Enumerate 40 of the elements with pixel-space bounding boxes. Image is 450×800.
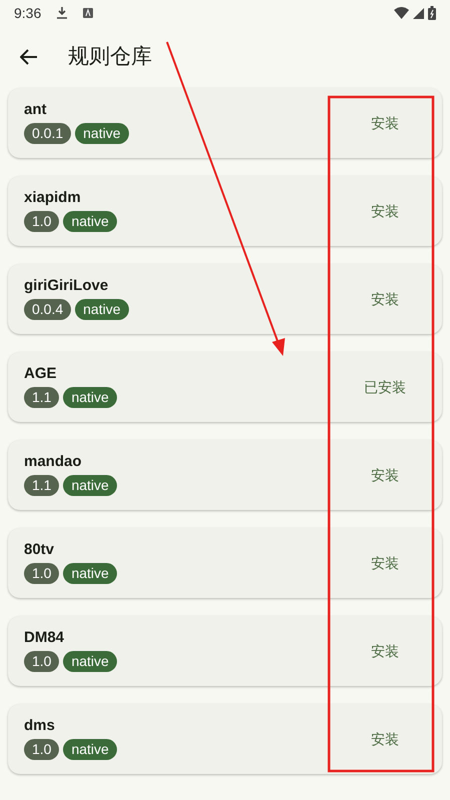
type-tag: native bbox=[63, 562, 117, 584]
install-button[interactable]: 安装 bbox=[330, 455, 440, 495]
status-time: 9:36 bbox=[14, 4, 42, 22]
version-tag: 1.0 bbox=[24, 650, 60, 672]
type-tag: native bbox=[63, 738, 117, 760]
install-button[interactable]: 安装 bbox=[330, 719, 440, 759]
rule-name: ant bbox=[24, 102, 48, 119]
type-tag: native bbox=[63, 386, 117, 408]
rule-name: AGE bbox=[24, 366, 58, 383]
battery-icon bbox=[428, 6, 436, 20]
install-button[interactable]: 安装 bbox=[330, 543, 440, 583]
download-icon bbox=[57, 7, 68, 19]
wifi-icon bbox=[394, 7, 409, 19]
version-tag: 1.1 bbox=[24, 386, 60, 408]
type-tag: native bbox=[63, 474, 117, 496]
install-button[interactable]: 已安装 bbox=[330, 367, 440, 407]
version-tag: 1.0 bbox=[24, 738, 60, 760]
back-arrow-icon bbox=[20, 48, 38, 65]
rule-name: giriGiriLove bbox=[24, 278, 110, 295]
version-tag: 1.0 bbox=[24, 562, 60, 584]
rule-name: DM84 bbox=[24, 630, 66, 647]
install-button[interactable]: 安装 bbox=[330, 191, 440, 231]
install-button[interactable]: 安装 bbox=[330, 103, 440, 143]
signal-icon bbox=[413, 8, 424, 18]
type-tag: native bbox=[75, 298, 128, 320]
version-tag: 0.0.4 bbox=[24, 298, 72, 320]
type-tag: native bbox=[63, 210, 117, 232]
install-button[interactable]: 安装 bbox=[330, 631, 440, 671]
rule-name: xiapidm bbox=[24, 190, 82, 207]
rule-name: mandao bbox=[24, 454, 83, 471]
page-title: 规则仓库 bbox=[68, 44, 152, 70]
notification-icon bbox=[83, 8, 94, 18]
version-tag: 1.1 bbox=[24, 474, 60, 496]
rule-name: dms bbox=[24, 718, 56, 735]
type-tag: native bbox=[63, 650, 117, 672]
rule-name: 80tv bbox=[24, 542, 56, 559]
type-tag: native bbox=[75, 122, 128, 144]
version-tag: 1.0 bbox=[24, 210, 60, 232]
version-tag: 0.0.1 bbox=[24, 122, 72, 144]
install-button[interactable]: 安装 bbox=[330, 279, 440, 319]
